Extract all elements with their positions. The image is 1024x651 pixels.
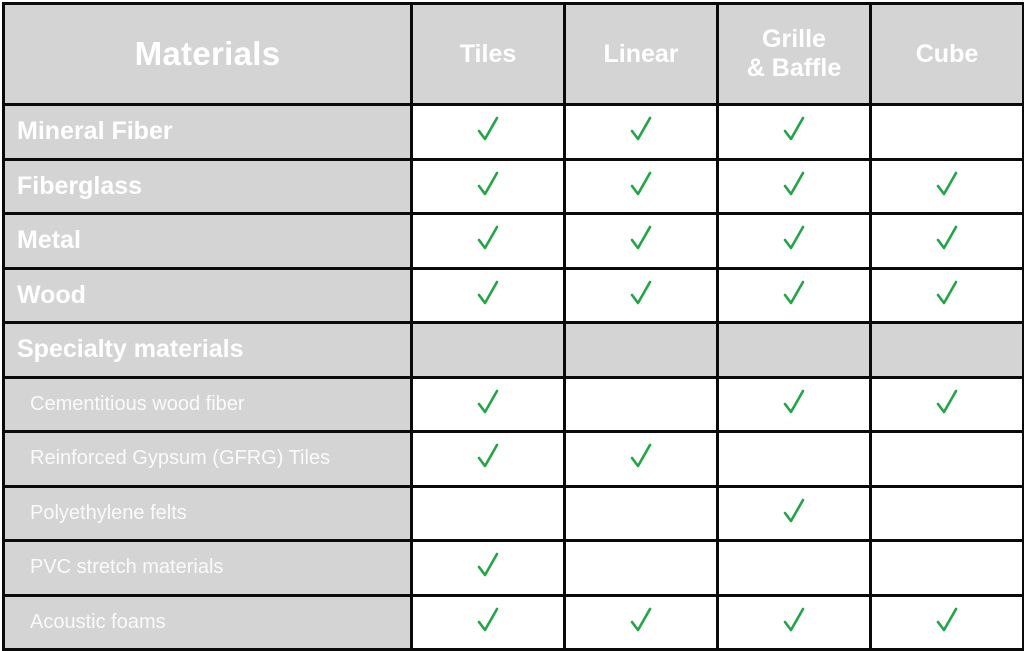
- check-mark-icon: [936, 606, 958, 634]
- materials-compatibility-table: Materials Tiles Linear Grille & Baffle Cu…: [2, 2, 1024, 651]
- cell-tiles: [410, 484, 566, 542]
- header-tiles: Tiles: [410, 2, 566, 106]
- cell-tiles: [410, 266, 566, 324]
- header-grille-baffle: Grille & Baffle: [716, 2, 872, 106]
- cell-cube: [869, 103, 1024, 161]
- cell-tiles: [410, 539, 566, 597]
- check-mark-icon: [630, 170, 652, 198]
- check-mark-icon: [477, 170, 499, 198]
- check-mark-icon: [630, 442, 652, 470]
- cell-grille-baffle: [716, 484, 872, 542]
- header-baffle-label: & Baffle: [746, 54, 842, 82]
- cell-grille-baffle: [716, 321, 872, 379]
- cell-grille-baffle: [716, 103, 872, 161]
- cell-cube: [869, 430, 1024, 488]
- cell-tiles: [410, 157, 566, 215]
- material-label: Fiberglass: [2, 157, 413, 215]
- cell-tiles: [410, 375, 566, 433]
- check-mark-icon: [783, 224, 805, 252]
- material-label: Mineral Fiber: [2, 103, 413, 161]
- check-mark-icon: [783, 170, 805, 198]
- check-mark-icon: [477, 279, 499, 307]
- cell-linear: [563, 593, 719, 651]
- cell-linear: [563, 430, 719, 488]
- section-label: Specialty materials: [2, 321, 413, 379]
- table-row: Acoustic foams: [2, 593, 1024, 651]
- table-row: Fiberglass: [2, 157, 1024, 215]
- material-label: Cementitious wood fiber: [2, 375, 413, 433]
- material-label: Metal: [2, 212, 413, 270]
- cell-tiles: [410, 321, 566, 379]
- table-row: Mineral Fiber: [2, 103, 1024, 161]
- material-label: Reinforced Gypsum (GFRG) Tiles: [2, 430, 413, 488]
- check-mark-icon: [477, 388, 499, 416]
- table-row: Reinforced Gypsum (GFRG) Tiles: [2, 430, 1024, 488]
- cell-linear: [563, 484, 719, 542]
- check-mark-icon: [936, 388, 958, 416]
- cell-linear: [563, 212, 719, 270]
- header-tiles-label: Tiles: [459, 39, 517, 68]
- check-mark-icon: [783, 606, 805, 634]
- check-mark-icon: [630, 279, 652, 307]
- header-materials: Materials: [2, 2, 413, 106]
- check-mark-icon: [936, 224, 958, 252]
- check-mark-icon: [783, 279, 805, 307]
- table-row: PVC stretch materials: [2, 539, 1024, 597]
- check-mark-icon: [630, 224, 652, 252]
- header-linear-label: Linear: [603, 39, 679, 68]
- table-row: Polyethylene felts: [2, 484, 1024, 542]
- cell-grille-baffle: [716, 430, 872, 488]
- check-mark-icon: [630, 115, 652, 143]
- check-mark-icon: [936, 170, 958, 198]
- cell-grille-baffle: [716, 157, 872, 215]
- table-row: Specialty materials: [2, 321, 1024, 379]
- cell-tiles: [410, 430, 566, 488]
- cell-linear: [563, 375, 719, 433]
- check-mark-icon: [936, 279, 958, 307]
- cell-grille-baffle: [716, 212, 872, 270]
- cell-tiles: [410, 103, 566, 161]
- cell-cube: [869, 593, 1024, 651]
- material-label: Wood: [2, 266, 413, 324]
- cell-cube: [869, 212, 1024, 270]
- check-mark-icon: [477, 224, 499, 252]
- check-mark-icon: [783, 388, 805, 416]
- cell-tiles: [410, 593, 566, 651]
- check-mark-icon: [630, 606, 652, 634]
- cell-grille-baffle: [716, 266, 872, 324]
- cell-linear: [563, 157, 719, 215]
- header-row: Materials Tiles Linear Grille & Baffle Cu…: [2, 2, 1024, 106]
- header-linear: Linear: [563, 2, 719, 106]
- table-row: Cementitious wood fiber: [2, 375, 1024, 433]
- header-cube: Cube: [869, 2, 1024, 106]
- cell-cube: [869, 321, 1024, 379]
- cell-linear: [563, 321, 719, 379]
- cell-linear: [563, 103, 719, 161]
- check-mark-icon: [477, 606, 499, 634]
- cell-grille-baffle: [716, 539, 872, 597]
- header-cube-label: Cube: [915, 39, 979, 68]
- table-row: Metal: [2, 212, 1024, 270]
- table-row: Wood: [2, 266, 1024, 324]
- material-label: Acoustic foams: [2, 593, 413, 651]
- cell-linear: [563, 539, 719, 597]
- cell-tiles: [410, 212, 566, 270]
- cell-grille-baffle: [716, 593, 872, 651]
- material-label: PVC stretch materials: [2, 539, 413, 597]
- check-mark-icon: [783, 497, 805, 525]
- cell-cube: [869, 266, 1024, 324]
- cell-cube: [869, 539, 1024, 597]
- cell-cube: [869, 157, 1024, 215]
- check-mark-icon: [477, 551, 499, 579]
- material-label: Polyethylene felts: [2, 484, 413, 542]
- cell-cube: [869, 375, 1024, 433]
- cell-grille-baffle: [716, 375, 872, 433]
- check-mark-icon: [783, 115, 805, 143]
- cell-cube: [869, 484, 1024, 542]
- check-mark-icon: [477, 115, 499, 143]
- cell-linear: [563, 266, 719, 324]
- check-mark-icon: [477, 442, 499, 470]
- header-grille-label: Grille: [762, 25, 826, 54]
